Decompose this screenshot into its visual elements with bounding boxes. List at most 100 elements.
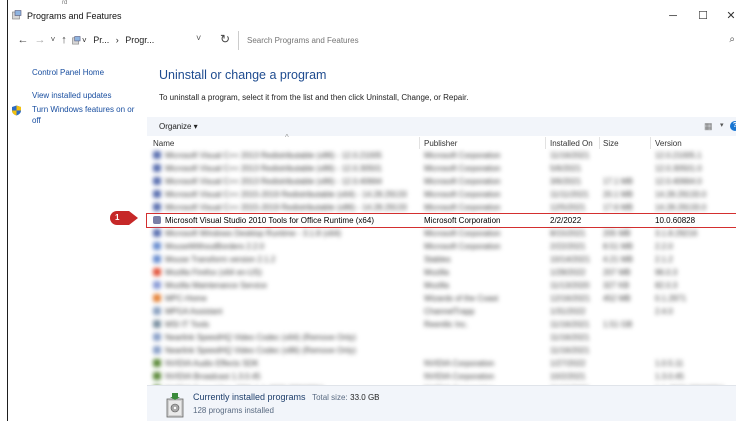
table-row[interactable]: NVIDIA Broadcast 1.3.0.45 NVIDIA Corporat… <box>147 370 736 383</box>
cell-size: 207 MB <box>603 268 631 277</box>
address-dropdown-icon[interactable]: ˅ <box>196 33 201 43</box>
column-divider[interactable] <box>545 137 546 149</box>
cell-publisher: Reentlic Inc. <box>424 320 469 329</box>
cell-installed-on: 8/15/2021 <box>550 229 586 238</box>
program-icon <box>153 307 161 315</box>
table-row[interactable]: Nearlink SpeedHQ Video Codec (x86) (Remo… <box>147 344 736 357</box>
program-icon <box>153 333 161 341</box>
table-row[interactable]: Mozilla Maintenance Service Mozilla 11/13/… <box>147 279 736 292</box>
breadcrumb-item-programs[interactable]: Pr... <box>93 35 109 45</box>
turn-windows-features-link-continued[interactable]: off <box>32 116 41 125</box>
table-row[interactable]: Microsoft Visual C++ 2013 Redistributabl… <box>147 162 736 175</box>
cell-name: Mozilla Maintenance Service <box>165 281 267 290</box>
table-row[interactable]: Microsoft Visual C++ 2013 Redistributabl… <box>147 149 736 162</box>
main-content: Uninstall or change a program To uninsta… <box>146 54 736 421</box>
cell-size: 4.21 MB <box>603 255 633 264</box>
cell-publisher: Microsoft Corporation <box>424 177 501 186</box>
cell-publisher: Microsoft Corporation <box>424 164 501 173</box>
table-row[interactable]: Microsoft Visual C++ 2015-2019 Redistrib… <box>147 201 736 214</box>
refresh-icon[interactable]: ↻ <box>220 32 230 46</box>
shield-icon <box>12 105 21 116</box>
column-header-name[interactable]: Name <box>153 139 174 148</box>
address-bar: ← → ˅ ↑ ˅ Pr... › Progr... ˅ ↻ ⌕ <box>8 28 736 54</box>
cell-installed-on: 5/6/2021 <box>550 164 582 173</box>
search-icon[interactable]: ⌕ <box>729 34 735 45</box>
cell-name: Microsoft Visual C++ 2013 Redistributabl… <box>165 177 382 186</box>
cell-version: 14.28.29133.0 <box>655 190 707 199</box>
program-icon <box>153 164 161 172</box>
cell-version: 96.0.3 <box>655 268 678 277</box>
cell-version: 1.0.5.11 <box>655 359 684 368</box>
column-header-publisher[interactable]: Publisher <box>424 139 457 148</box>
cell-name: MPC-Home <box>165 294 207 303</box>
up-icon[interactable]: ↑ <box>57 33 71 47</box>
step-callout: 1 <box>110 211 138 225</box>
search-input[interactable] <box>239 31 719 50</box>
status-title: Currently installed programs <box>193 392 306 402</box>
program-icon <box>153 216 161 224</box>
cell-publisher: Stables <box>424 255 451 264</box>
view-installed-updates-link[interactable]: View installed updates <box>32 91 111 100</box>
table-row[interactable]: Microsoft Windows Desktop Runtime - 3.1.… <box>147 227 736 240</box>
minimize-button[interactable]: ─ <box>666 9 680 23</box>
breadcrumb: ˅ Pr... › Progr... <box>82 35 158 45</box>
view-options-icon[interactable]: ▦ <box>704 121 713 132</box>
breadcrumb-dropdown-icon[interactable]: ˅ <box>82 36 87 45</box>
search-box[interactable]: ⌕ <box>238 31 736 50</box>
column-header-installed-on[interactable]: Installed On <box>550 139 593 148</box>
column-header-size[interactable]: Size <box>603 139 619 148</box>
help-icon[interactable]: ? <box>730 121 736 131</box>
program-icon <box>153 190 161 198</box>
window: Programs and Features rd ─ ☐ ✕ ← → ˅ ↑ ˅… <box>7 0 736 421</box>
cell-name: Mouse Transform version 2.1.2 <box>165 255 276 264</box>
organize-button[interactable]: Organize ▾ <box>159 122 198 131</box>
cell-publisher: ChannelTrapp <box>424 307 475 316</box>
table-row[interactable]: Nearlink SpeedHQ Video Codec (x64) (Remo… <box>147 331 736 344</box>
cell-installed-on: 12/5/2021 <box>550 203 586 212</box>
breadcrumb-item-programs-features[interactable]: Progr... <box>125 35 154 45</box>
cell-size: 452 MB <box>603 294 631 303</box>
maximize-button[interactable]: ☐ <box>696 9 710 23</box>
column-divider[interactable] <box>650 137 651 149</box>
cell-installed-on: 2/22/2021 <box>550 242 586 251</box>
table-row[interactable]: Mozilla Firefox (x64 en-US) Mozilla 1/28/2… <box>147 266 736 279</box>
back-icon[interactable]: ← <box>16 33 30 47</box>
forward-icon[interactable]: → <box>33 33 47 47</box>
cell-version: 10.0.60828 <box>655 216 696 225</box>
left-pane: Control Panel Home View installed update… <box>8 54 138 421</box>
view-dropdown-icon[interactable]: ▾ <box>720 121 724 129</box>
column-divider[interactable] <box>419 137 420 149</box>
cell-name: Microsoft Visual C++ 2015-2019 Redistrib… <box>165 190 407 199</box>
table-row[interactable]: MPGA Assistant ChannelTrapp 1/31/2022 2.4.0 <box>147 305 736 318</box>
table-row-selected[interactable]: Microsoft Visual Studio 2010 Tools for O… <box>146 213 736 228</box>
cell-version: 14.28.29133.0 <box>655 203 707 212</box>
cell-name: Microsoft Visual Studio 2010 Tools for O… <box>165 216 374 225</box>
program-icon <box>153 242 161 250</box>
program-icon <box>153 229 161 237</box>
cell-installed-on: 11/16/2021 <box>550 151 590 160</box>
cell-size: 17.6 MB <box>603 203 633 212</box>
table-row[interactable]: MSI IT Tools Reentlic Inc. 11/16/2021 1.51 … <box>147 318 736 331</box>
column-header-version[interactable]: Version <box>655 139 682 148</box>
table-row[interactable]: Microsoft Visual C++ 2015-2019 Redistrib… <box>147 188 736 201</box>
total-size-value: 33.0 GB <box>350 393 380 402</box>
table-row[interactable]: Mouse Transform version 2.1.2 Stables 10/1… <box>147 253 736 266</box>
cell-size: 8.51 MB <box>603 242 633 251</box>
table-row[interactable]: MouseWithoutBorders 2.2.0 Microsoft Corpo… <box>147 240 736 253</box>
table-row[interactable]: MPC-Home Wizards of the Coast 12/16/2021 45… <box>147 292 736 305</box>
cell-version: 3.1.8.29216 <box>655 229 698 238</box>
cell-publisher: NVIDIA Corporation <box>424 359 495 368</box>
turn-windows-features-link[interactable]: Turn Windows features on or <box>32 105 134 114</box>
cell-publisher: NVIDIA Corporation <box>424 372 495 381</box>
title-fragment: rd <box>62 0 68 6</box>
table-row[interactable]: NVIDIA Audio Effects SDK NVIDIA Corporati… <box>147 357 736 370</box>
cell-installed-on: 1/27/2022 <box>550 359 586 368</box>
table-row[interactable]: Microsoft Visual C++ 2013 Redistributabl… <box>147 175 736 188</box>
column-divider[interactable] <box>599 137 600 149</box>
cell-size: 20.1 MB <box>603 190 633 199</box>
control-panel-home-link[interactable]: Control Panel Home <box>32 68 104 77</box>
cell-installed-on: 11/16/2021 <box>550 320 590 329</box>
cell-version: 12.0.21005.1 <box>655 151 702 160</box>
close-button[interactable]: ✕ <box>724 9 736 23</box>
cell-publisher: Microsoft Corporation <box>424 203 501 212</box>
